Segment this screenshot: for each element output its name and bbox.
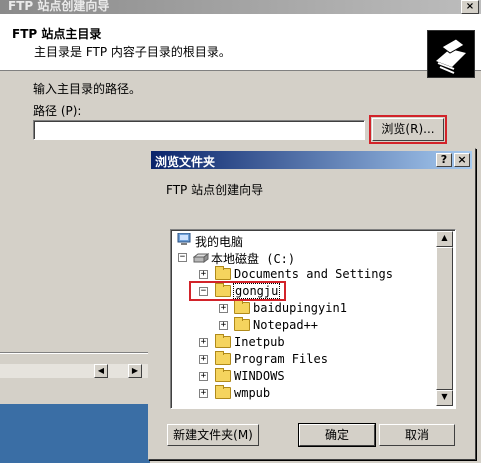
folder-icon xyxy=(234,300,250,314)
wizard-header-title: FTP 站点主目录 xyxy=(12,27,102,41)
expand-icon[interactable]: + xyxy=(199,372,208,381)
tree-item-local-disk[interactable]: − 本地磁盘 (C:) xyxy=(171,249,433,266)
browse-button[interactable]: 浏览(R)... xyxy=(369,115,447,144)
expand-icon[interactable]: + xyxy=(199,355,208,364)
wizard-logo-icon xyxy=(427,30,475,78)
wizard-horizontal-scrollbar[interactable]: ◀ ▶ xyxy=(0,364,150,378)
wizard-header: FTP 站点主目录 主目录是 FTP 内容子目录的根目录。 xyxy=(0,14,481,78)
wizard-header-subtitle: 主目录是 FTP 内容子目录的根目录。 xyxy=(34,45,231,59)
tree-item-wmpub[interactable]: + wmpub xyxy=(171,385,433,402)
tree-item-inetpub[interactable]: + Inetpub xyxy=(171,334,433,351)
expand-icon[interactable]: + xyxy=(199,338,208,347)
dialog-titlebar[interactable]: 浏览文件夹 ? × xyxy=(151,151,472,169)
folder-tree[interactable]: 我的电脑 − 本地磁盘 (C:) + Documents and Setting… xyxy=(170,229,456,409)
wizard-title: FTP 站点创建向导 xyxy=(8,0,110,13)
help-button[interactable]: ? xyxy=(436,153,452,167)
tree-item-windows[interactable]: + WINDOWS xyxy=(171,368,433,385)
folder-icon xyxy=(215,334,231,348)
tree-vertical-scrollbar[interactable]: ▲ ▼ xyxy=(436,231,453,406)
scrollbar-thumb[interactable] xyxy=(436,247,453,390)
tree-item-label: Program Files xyxy=(234,352,328,366)
tree-item-label: wmpub xyxy=(234,386,271,400)
browse-folder-dialog: 浏览文件夹 ? × FTP 站点创建向导 我的电脑 − 本地磁盘 (C:) + … xyxy=(148,148,476,460)
expand-icon[interactable]: + xyxy=(199,389,208,398)
ok-button[interactable]: 确定 xyxy=(298,423,376,447)
folder-icon xyxy=(215,266,231,280)
drive-icon xyxy=(192,252,210,263)
tree-item-my-computer[interactable]: 我的电脑 xyxy=(171,232,433,249)
tree-item-label: baidupingyin1 xyxy=(253,301,347,315)
collapse-icon[interactable]: − xyxy=(178,253,187,262)
scroll-up-arrow-icon[interactable]: ▲ xyxy=(436,231,453,247)
computer-icon xyxy=(177,232,191,246)
desktop-background xyxy=(0,404,150,463)
tree-item-label: Notepad++ xyxy=(253,318,319,332)
tree-item-notepad[interactable]: + Notepad++ xyxy=(171,317,433,334)
cancel-button[interactable]: 取消 xyxy=(379,424,455,446)
expand-icon[interactable]: + xyxy=(219,304,228,313)
tree-item-label: Inetpub xyxy=(234,335,285,349)
tree-item-label: 我的电脑 xyxy=(195,235,244,249)
scroll-left-arrow-icon[interactable]: ◀ xyxy=(94,364,108,378)
path-prompt-text: 输入主目录的路径。 xyxy=(33,82,142,96)
path-input[interactable] xyxy=(33,120,365,140)
folder-icon xyxy=(215,351,231,365)
dialog-description: FTP 站点创建向导 xyxy=(166,183,264,197)
path-label: 路径 (P): xyxy=(33,104,82,118)
expand-icon[interactable]: + xyxy=(219,321,228,330)
tree-item-baidupingyin1[interactable]: + baidupingyin1 xyxy=(171,300,433,317)
dialog-close-button[interactable]: × xyxy=(454,153,470,167)
tree-item-label: WINDOWS xyxy=(234,369,285,383)
expand-icon[interactable]: + xyxy=(199,270,208,279)
tree-item-label: Documents and Settings xyxy=(234,267,393,281)
wizard-titlebar: FTP 站点创建向导 × xyxy=(0,0,481,14)
tree-item-label: 本地磁盘 (C:) xyxy=(211,252,296,266)
wizard-close-button[interactable]: × xyxy=(461,0,479,14)
highlight-box xyxy=(189,281,286,301)
scroll-down-arrow-icon[interactable]: ▼ xyxy=(436,390,453,406)
new-folder-button[interactable]: 新建文件夹(M) xyxy=(167,424,259,446)
folder-icon xyxy=(215,368,231,382)
wizard-separator xyxy=(0,352,150,354)
folder-icon xyxy=(234,317,250,331)
dialog-title: 浏览文件夹 xyxy=(155,155,216,169)
folder-icon xyxy=(215,385,231,399)
tree-item-program-files[interactable]: + Program Files xyxy=(171,351,433,368)
scroll-right-arrow-icon[interactable]: ▶ xyxy=(128,364,142,378)
